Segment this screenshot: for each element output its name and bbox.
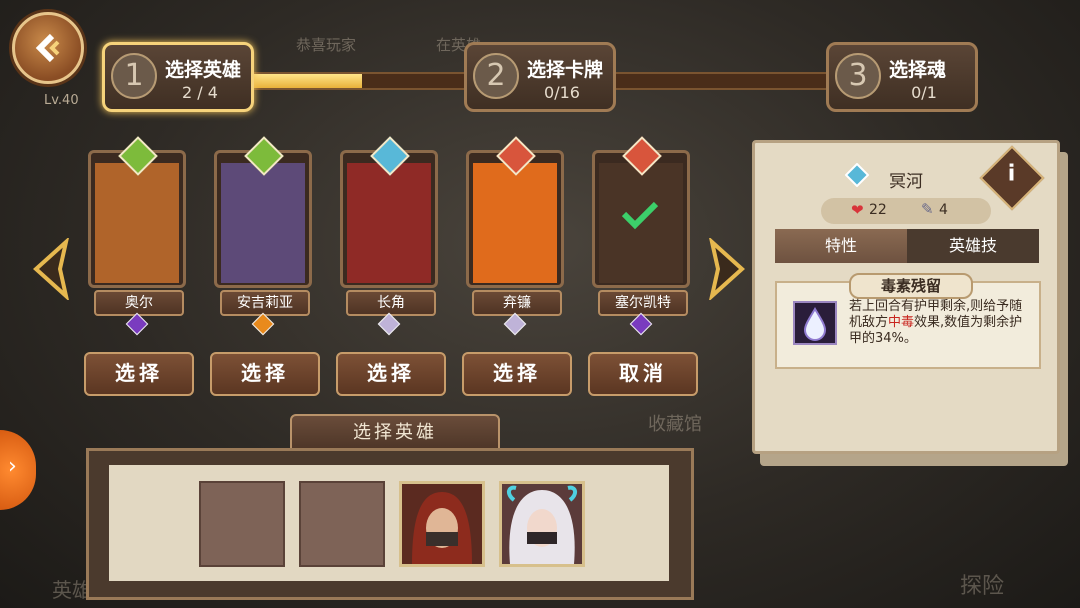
hero-rarity-gem-icon: [629, 312, 653, 336]
hero-card[interactable]: 弃镰: [466, 136, 564, 336]
selected-heroes-tray: [86, 448, 694, 600]
step-title: 选择卡牌: [527, 59, 604, 81]
skill-name: 毒素残留: [849, 273, 973, 299]
hero-slot-empty[interactable]: [299, 481, 385, 567]
select-hero-button[interactable]: 选择: [84, 352, 194, 396]
hero-portrait: [347, 163, 431, 283]
select-hero-button[interactable]: 选择: [210, 352, 320, 396]
hero-slot-empty[interactable]: [199, 481, 285, 567]
prev-page-arrow-icon[interactable]: [30, 238, 74, 300]
back-button[interactable]: [12, 12, 84, 84]
hero-name: 长角: [346, 290, 436, 316]
info-button[interactable]: i: [979, 145, 1045, 211]
info-icon: i: [1007, 161, 1016, 187]
bg-broadcast-1: 恭喜玩家: [296, 36, 357, 54]
hero-detail-panel: 冥河 i ❤ 22 ✎ 4 特性 英雄技 毒素残留 若上回合有护甲剩余,则给予随…: [752, 140, 1060, 454]
hero-stats-row: ❤ 22 ✎ 4: [821, 198, 991, 224]
hero-slot-styx[interactable]: [499, 481, 585, 567]
next-page-arrow-icon[interactable]: [704, 238, 748, 300]
tab-traits[interactable]: 特性: [775, 229, 907, 263]
bg-explore-label: 探险: [960, 574, 1005, 599]
tray-inner: [109, 465, 669, 581]
heart-icon: ❤: [851, 201, 864, 219]
hp-value: 22: [869, 202, 887, 218]
detail-tabs: 特性 英雄技: [775, 229, 1041, 263]
back-arrow-icon: [35, 33, 60, 63]
hero-portrait: [221, 163, 305, 283]
step-count: 0/16: [544, 83, 580, 102]
selected-check-icon: [621, 201, 659, 230]
step-count: 0/1: [911, 83, 937, 102]
step-select-hero[interactable]: 1 选择英雄 2 / 4: [102, 42, 254, 112]
step-number: 2: [473, 53, 519, 99]
player-level: Lv.40: [44, 93, 79, 108]
poison-drop-icon: [793, 301, 837, 345]
card-count-value: 4: [939, 202, 948, 218]
card-scroll-icon: ✎: [921, 200, 934, 218]
skill-card: 毒素残留 若上回合有护甲剩余,则给予随机敌方中毒效果,数值为剩余护甲的34%。: [775, 273, 1041, 369]
hero-rarity-gem-icon: [251, 312, 275, 336]
step-count: 2 / 4: [182, 83, 218, 102]
hero-name: 奥尔: [94, 290, 184, 316]
step-number: 1: [111, 53, 157, 99]
tab-hero-skill[interactable]: 英雄技: [907, 229, 1039, 263]
hero-card[interactable]: 安吉莉亚: [214, 136, 312, 336]
step-select-soul[interactable]: 3 选择魂 0/1: [826, 42, 978, 112]
select-hero-button[interactable]: 选择: [462, 352, 572, 396]
hero-card[interactable]: 塞尔凯特: [592, 136, 690, 336]
hero-name: 安吉莉亚: [220, 290, 310, 316]
hero-name: 塞尔凯特: [598, 290, 688, 316]
hero-portrait: [473, 163, 557, 283]
step-title: 选择英雄: [165, 59, 242, 81]
hero-card[interactable]: 长角: [340, 136, 438, 336]
hero-portrait: [95, 163, 179, 283]
step-title: 选择魂: [889, 59, 947, 81]
step-select-card[interactable]: 2 选择卡牌 0/16: [464, 42, 616, 112]
selket-portrait-icon: [402, 484, 482, 564]
hero-name: 弃镰: [472, 290, 562, 316]
skill-description: 若上回合有护甲剩余,则给予随机敌方中毒效果,数值为剩余护甲的34%。: [849, 299, 1023, 346]
hero-rarity-gem-icon: [503, 312, 527, 336]
step-number: 3: [835, 53, 881, 99]
styx-portrait-icon: [502, 484, 582, 564]
step-progress-fill: [242, 74, 362, 88]
hero-rarity-gem-icon: [377, 312, 401, 336]
select-hero-button[interactable]: 选择: [336, 352, 446, 396]
hero-slot-selket[interactable]: [399, 481, 485, 567]
bg-collection-label: 收藏馆: [648, 414, 702, 435]
cancel-hero-button[interactable]: 取消: [588, 352, 698, 396]
side-expand-button[interactable]: ›: [0, 430, 36, 510]
hero-card[interactable]: 奥尔: [88, 136, 186, 336]
hero-rarity-gem-icon: [125, 312, 149, 336]
chevron-right-icon: ›: [8, 454, 17, 479]
